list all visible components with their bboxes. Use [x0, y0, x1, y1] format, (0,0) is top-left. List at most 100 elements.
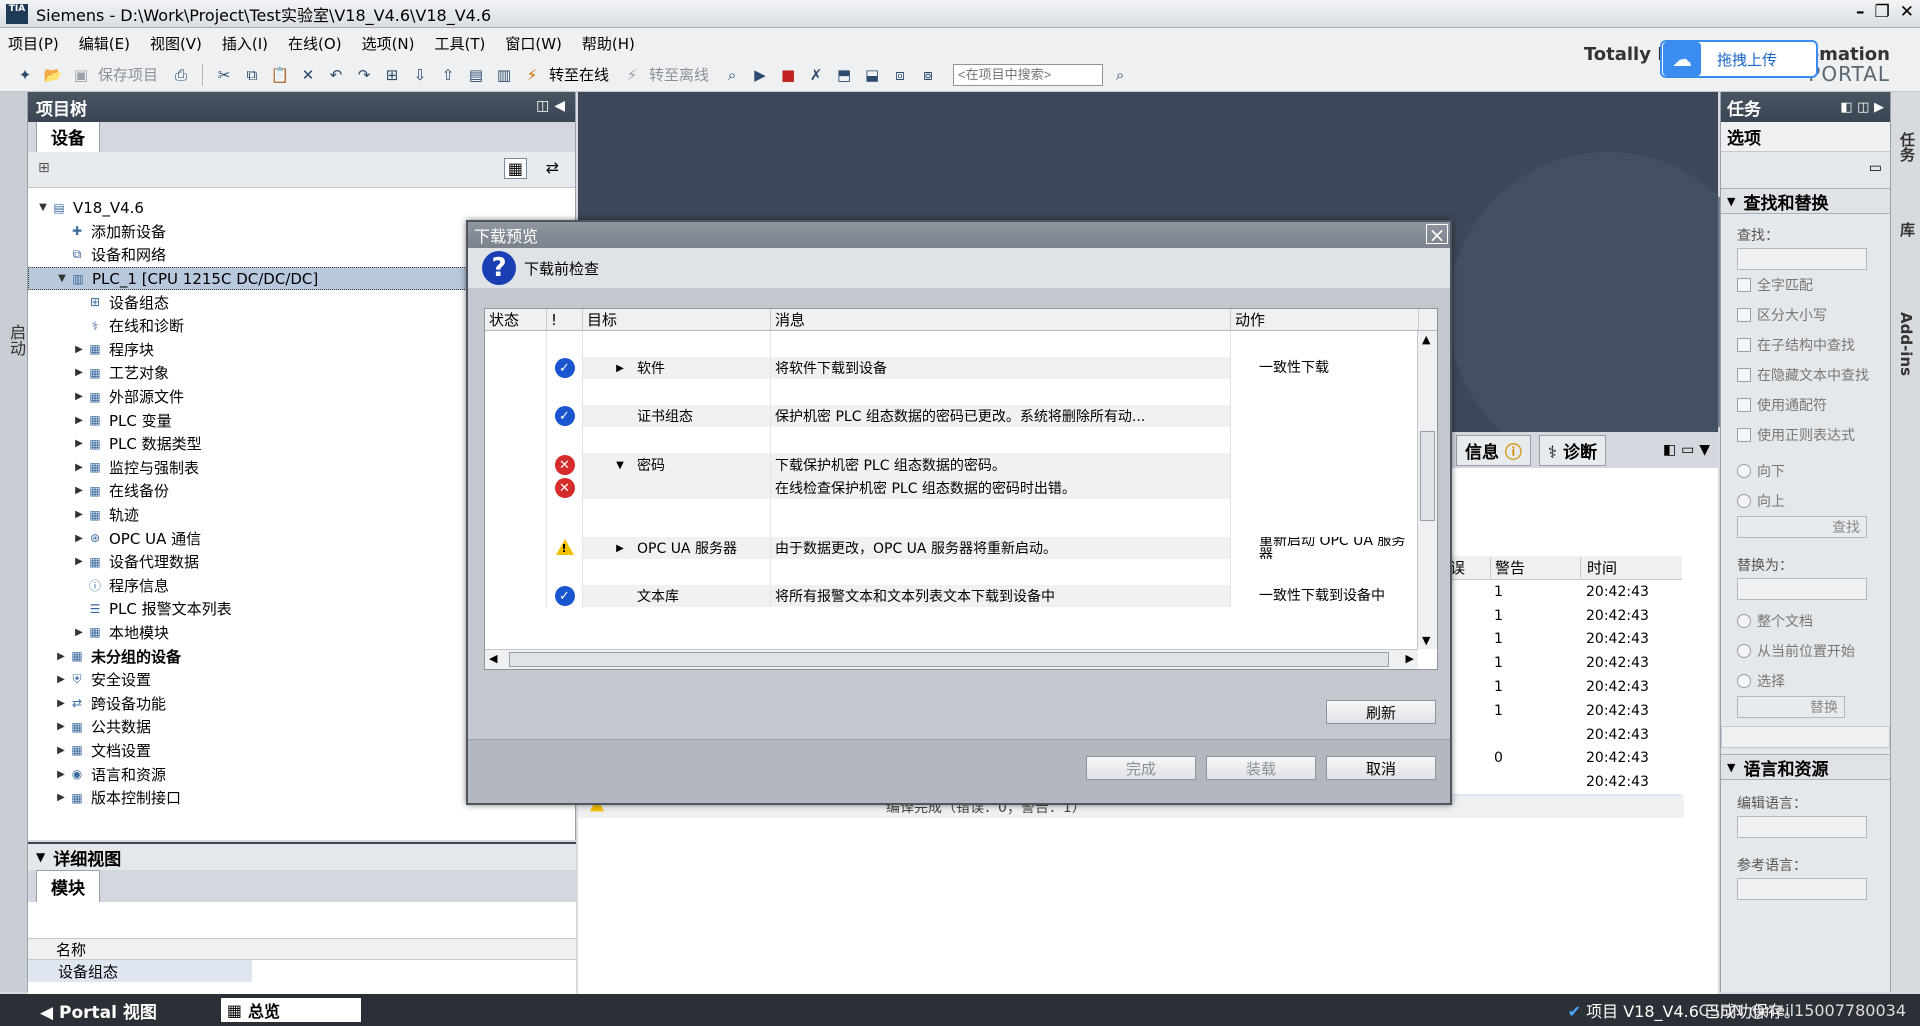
cancel-button[interactable]: 取消: [1326, 756, 1436, 780]
tree-new-group-icon[interactable]: ⊞: [38, 160, 50, 176]
find-option-checkbox[interactable]: 使用正则表达式: [1721, 420, 1890, 450]
menu-project[interactable]: 项目(P): [8, 33, 59, 54]
copy-icon[interactable]: ⧉: [241, 64, 263, 86]
vtab-tasks[interactable]: 任务: [1897, 132, 1918, 162]
menu-help[interactable]: 帮助(H): [582, 33, 635, 54]
scope-radio[interactable]: 整个文档: [1721, 606, 1890, 636]
refresh-button[interactable]: 刷新: [1326, 700, 1436, 724]
grid-row[interactable]: ! ▶ OPC UA 服务器 由于数据更改，OPC UA 服务器将重新启动。 重新启动 …: [485, 537, 1437, 559]
find-option-checkbox[interactable]: 全字匹配: [1721, 270, 1890, 300]
save-project-button[interactable]: 保存项目: [98, 64, 158, 85]
action-select[interactable]: 重新启动 OPC UA 服务器: [1231, 537, 1419, 559]
go-offline-button[interactable]: 转至离线: [649, 64, 709, 85]
edit-language-select[interactable]: [1737, 816, 1867, 838]
expand-down-icon[interactable]: ▼: [36, 202, 50, 213]
grid-row[interactable]: ✕ 在线检查保护机密 PLC 组态数据的密码时出错。: [485, 477, 1437, 499]
panel-controls-icon[interactable]: ◧ ▭ ▼: [1663, 442, 1710, 458]
expand-right-icon[interactable]: ▶: [72, 391, 86, 402]
expand-down-icon[interactable]: ▼: [609, 460, 631, 471]
language-section[interactable]: ▼ 语言和资源: [1721, 754, 1890, 780]
menu-tools[interactable]: 工具(T): [435, 33, 486, 54]
grid-row[interactable]: ✕ ▼ 密码 下载保护机密 PLC 组态数据的密码。: [485, 453, 1437, 477]
layout-icon[interactable]: ▭: [1869, 160, 1882, 176]
menu-insert[interactable]: 插入(I): [222, 33, 268, 54]
tab-diagnostics[interactable]: ⚕ 诊断: [1538, 434, 1607, 466]
ref-language-select[interactable]: [1737, 878, 1867, 900]
start-cpu-icon[interactable]: ▶: [749, 64, 771, 86]
tab-devices[interactable]: 设备: [36, 120, 100, 152]
scroll-right-icon[interactable]: ▶: [1406, 652, 1414, 665]
direction-down-radio[interactable]: 向下: [1721, 456, 1890, 486]
info-row[interactable]: 1 20:42:43: [1450, 604, 1682, 628]
find-option-checkbox[interactable]: 使用通配符: [1721, 390, 1890, 420]
info-row[interactable]: 1 20:42:43: [1450, 580, 1682, 604]
scroll-down-icon[interactable]: ▼: [1422, 634, 1430, 647]
expand-right-icon[interactable]: ▶: [54, 698, 68, 709]
overview-tab[interactable]: ▦ 总览: [220, 998, 361, 1022]
menu-window[interactable]: 窗口(W): [505, 33, 562, 54]
go-online-button[interactable]: 转至在线: [549, 64, 609, 85]
find-option-checkbox[interactable]: 区分大小写: [1721, 300, 1890, 330]
tree-item[interactable]: ▼ ▤ V18_V4.6: [28, 196, 575, 220]
tab-modules[interactable]: 模块: [36, 870, 100, 902]
restore-icon[interactable]: ❐: [1875, 2, 1890, 22]
detail-row[interactable]: 设备组态: [28, 960, 252, 982]
tasks-controls-icon[interactable]: ◧ ◫ ▶: [1840, 100, 1884, 115]
info-row[interactable]: 1 20:42:43: [1450, 675, 1682, 699]
expand-right-icon[interactable]: ▶: [72, 509, 86, 520]
replace-button[interactable]: 替换: [1737, 696, 1845, 718]
cross-reference-icon[interactable]: ✗: [805, 64, 827, 86]
go-online-icon[interactable]: ⚡: [521, 64, 543, 86]
grid-row[interactable]: ✓ 文本库 将所有报警文本和文本列表文本下载到设备中 一致性下载到设备中: [485, 585, 1437, 607]
new-project-icon[interactable]: ✦: [14, 64, 36, 86]
expand-down-icon[interactable]: ▼: [55, 273, 69, 284]
tree-overview-icon[interactable]: ▦: [503, 158, 527, 179]
menu-options[interactable]: 选项(N): [362, 33, 415, 54]
expand-right-icon[interactable]: ▶: [609, 543, 631, 554]
scroll-up-icon[interactable]: ▲: [1422, 333, 1430, 346]
dialog-close-button[interactable]: ×: [1426, 224, 1448, 245]
project-search-input[interactable]: [953, 63, 1104, 86]
expand-right-icon[interactable]: ▶: [72, 367, 86, 378]
cut-icon[interactable]: ✂: [213, 64, 235, 86]
hscroll-thumb[interactable]: [509, 652, 1389, 667]
find-option-checkbox[interactable]: 在子结构中查找: [1721, 330, 1890, 360]
menu-online[interactable]: 在线(O): [288, 33, 342, 54]
tab-info[interactable]: 信息 ⓘ: [1456, 434, 1531, 466]
finish-button[interactable]: 完成: [1086, 756, 1196, 780]
vtab-addins[interactable]: Add-ins: [1897, 312, 1915, 376]
expand-right-icon[interactable]: ▶: [72, 462, 86, 473]
tree-refresh-icon[interactable]: ⇄: [546, 158, 559, 177]
expand-right-icon[interactable]: ▶: [72, 533, 86, 544]
scroll-left-icon[interactable]: ◀: [489, 652, 497, 665]
start-sim-icon[interactable]: ▥: [493, 64, 515, 86]
download-icon[interactable]: ⇩: [409, 64, 431, 86]
print-icon[interactable]: ⎙: [170, 64, 192, 86]
expand-right-icon[interactable]: ▶: [54, 792, 68, 803]
detail-view-header[interactable]: ▼ 详细视图: [28, 842, 576, 870]
info-row[interactable]: 1 20:42:43: [1450, 699, 1682, 723]
drag-upload-button[interactable]: ☁ 拖拽上传: [1660, 40, 1818, 78]
grid-row[interactable]: ✓ ▶ 软件 将软件下载到设备 一致性下载: [485, 357, 1437, 379]
expand-right-icon[interactable]: ▶: [54, 651, 68, 662]
direction-up-radio[interactable]: 向上: [1721, 486, 1890, 516]
find-replace-section[interactable]: ▼ 查找和替换: [1721, 188, 1890, 214]
expand-right-icon[interactable]: ▶: [72, 344, 86, 355]
menu-edit[interactable]: 编辑(E): [79, 33, 130, 54]
expand-right-icon[interactable]: ▶: [72, 485, 86, 496]
split-vertical-icon[interactable]: ⬓: [861, 64, 883, 86]
search-go-icon[interactable]: ⌕: [1109, 64, 1131, 86]
tasks-hscroll[interactable]: [1721, 726, 1890, 748]
vtab-libraries[interactable]: 库: [1897, 222, 1918, 237]
accessible-devices-icon[interactable]: ⌕: [721, 64, 743, 86]
delete-icon[interactable]: ✕: [297, 64, 319, 86]
replace-input[interactable]: [1737, 578, 1867, 600]
maximize-editor-icon[interactable]: ⧈: [889, 64, 911, 86]
expand-right-icon[interactable]: ▶: [54, 674, 68, 685]
redo-icon[interactable]: ↷: [353, 64, 375, 86]
start-side-tab[interactable]: 启动: [0, 92, 28, 992]
minimize-icon[interactable]: –: [1856, 2, 1865, 22]
find-button[interactable]: 查找: [1737, 516, 1867, 538]
undo-icon[interactable]: ↶: [325, 64, 347, 86]
open-project-icon[interactable]: 📂: [42, 64, 64, 86]
